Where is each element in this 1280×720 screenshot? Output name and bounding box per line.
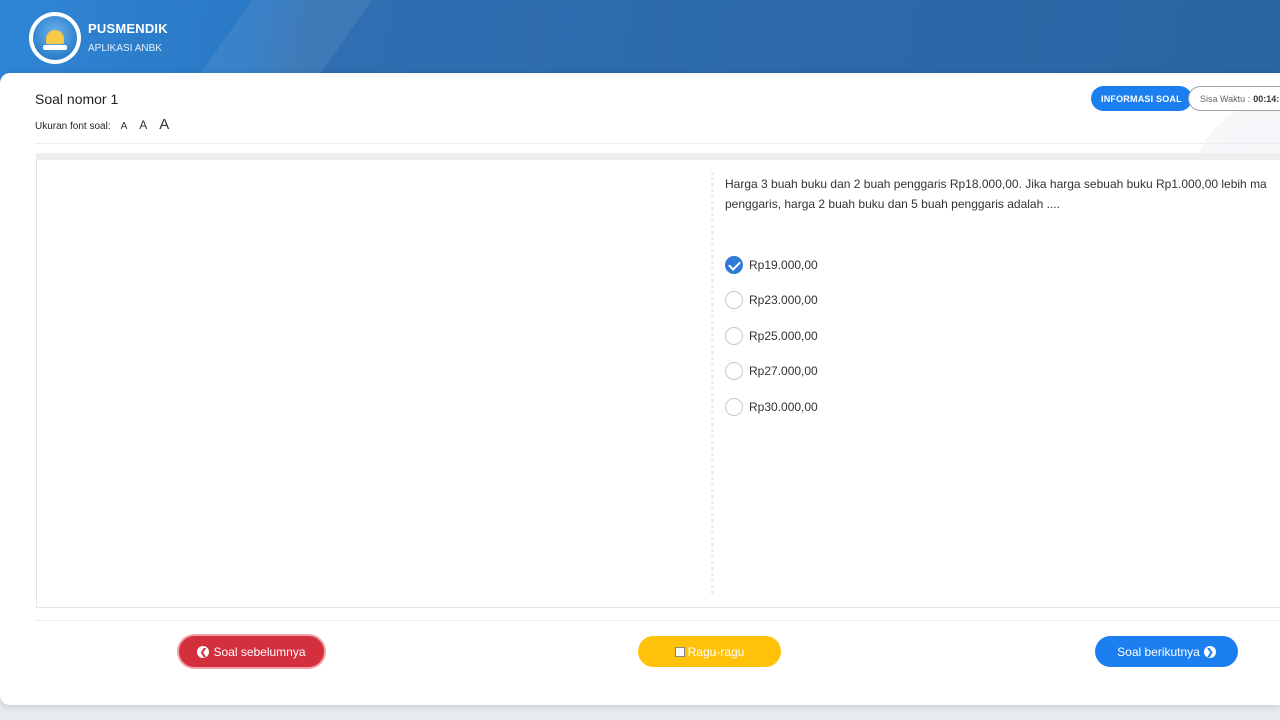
question-text: Harga 3 buah buku dan 2 buah penggaris R… [725,174,1280,214]
timer-value: 00:14: [1253,93,1280,104]
answer-option-label: Rp23.000,00 [749,293,818,308]
previous-question-label: Soal sebelumnya [213,644,306,659]
answer-option-label: Rp19.000,00 [749,257,818,272]
radio-checked-icon[interactable] [725,255,743,274]
font-size-small-button[interactable]: A [121,121,128,132]
question-card: Soal nomor 1 Ukuran font soal: A A A INF… [0,73,1280,705]
answer-option-d[interactable]: Rp27.000,00 [725,354,818,390]
doubtful-label: Ragu-ragu [687,644,745,659]
column-divider [711,172,714,594]
radio-unchecked-icon[interactable] [725,397,743,416]
answer-option-e[interactable]: Rp30.000,00 [725,389,818,425]
divider [35,143,1280,144]
font-size-label: Ukuran font soal: [35,121,111,132]
checkbox-icon [674,646,685,657]
remaining-time-badge: Sisa Waktu : 00:14: [1188,86,1280,111]
answer-options: Rp19.000,00 Rp23.000,00 Rp25.000,00 Rp27… [725,247,818,425]
chevron-right-circle-icon: ❯ [1203,645,1216,658]
question-number-title: Soal nomor 1 [35,91,119,107]
answer-option-a[interactable]: Rp19.000,00 [725,247,818,283]
next-question-button[interactable]: Soal berikutnya ❯ [1095,636,1238,667]
answer-option-label: Rp25.000,00 [749,328,818,343]
answer-option-c[interactable]: Rp25.000,00 [725,318,818,354]
timer-label: Sisa Waktu : [1200,93,1251,104]
question-text-line: Harga 3 buah buku dan 2 buah penggaris R… [725,177,1267,191]
answer-option-label: Rp27.000,00 [749,364,818,379]
app-subtitle: APLIKASI ANBK [88,43,162,54]
app-title: PUSMENDIK [88,21,168,36]
question-content: Harga 3 buah buku dan 2 buah penggaris R… [36,153,1280,608]
doubtful-button[interactable]: Ragu-ragu [638,636,781,667]
divider [35,620,1280,621]
font-size-large-button[interactable]: A [159,116,169,133]
tut-wuri-handayani-logo-icon [29,12,81,64]
radio-unchecked-icon[interactable] [725,326,743,345]
answer-option-b[interactable]: Rp23.000,00 [725,283,818,319]
question-info-button[interactable]: INFORMASI SOAL [1091,86,1192,111]
answer-option-label: Rp30.000,00 [749,399,818,414]
chevron-left-circle-icon: ❮ [197,645,210,658]
question-text-line: penggaris, harga 2 buah buku dan 5 buah … [725,197,1060,211]
font-size-selector: Ukuran font soal: A A A [35,116,181,133]
radio-unchecked-icon[interactable] [725,362,743,381]
previous-question-button[interactable]: ❮ Soal sebelumnya [179,636,324,667]
font-size-medium-button[interactable]: A [139,118,147,132]
radio-unchecked-icon[interactable] [725,291,743,310]
next-question-label: Soal berikutnya [1117,644,1200,659]
